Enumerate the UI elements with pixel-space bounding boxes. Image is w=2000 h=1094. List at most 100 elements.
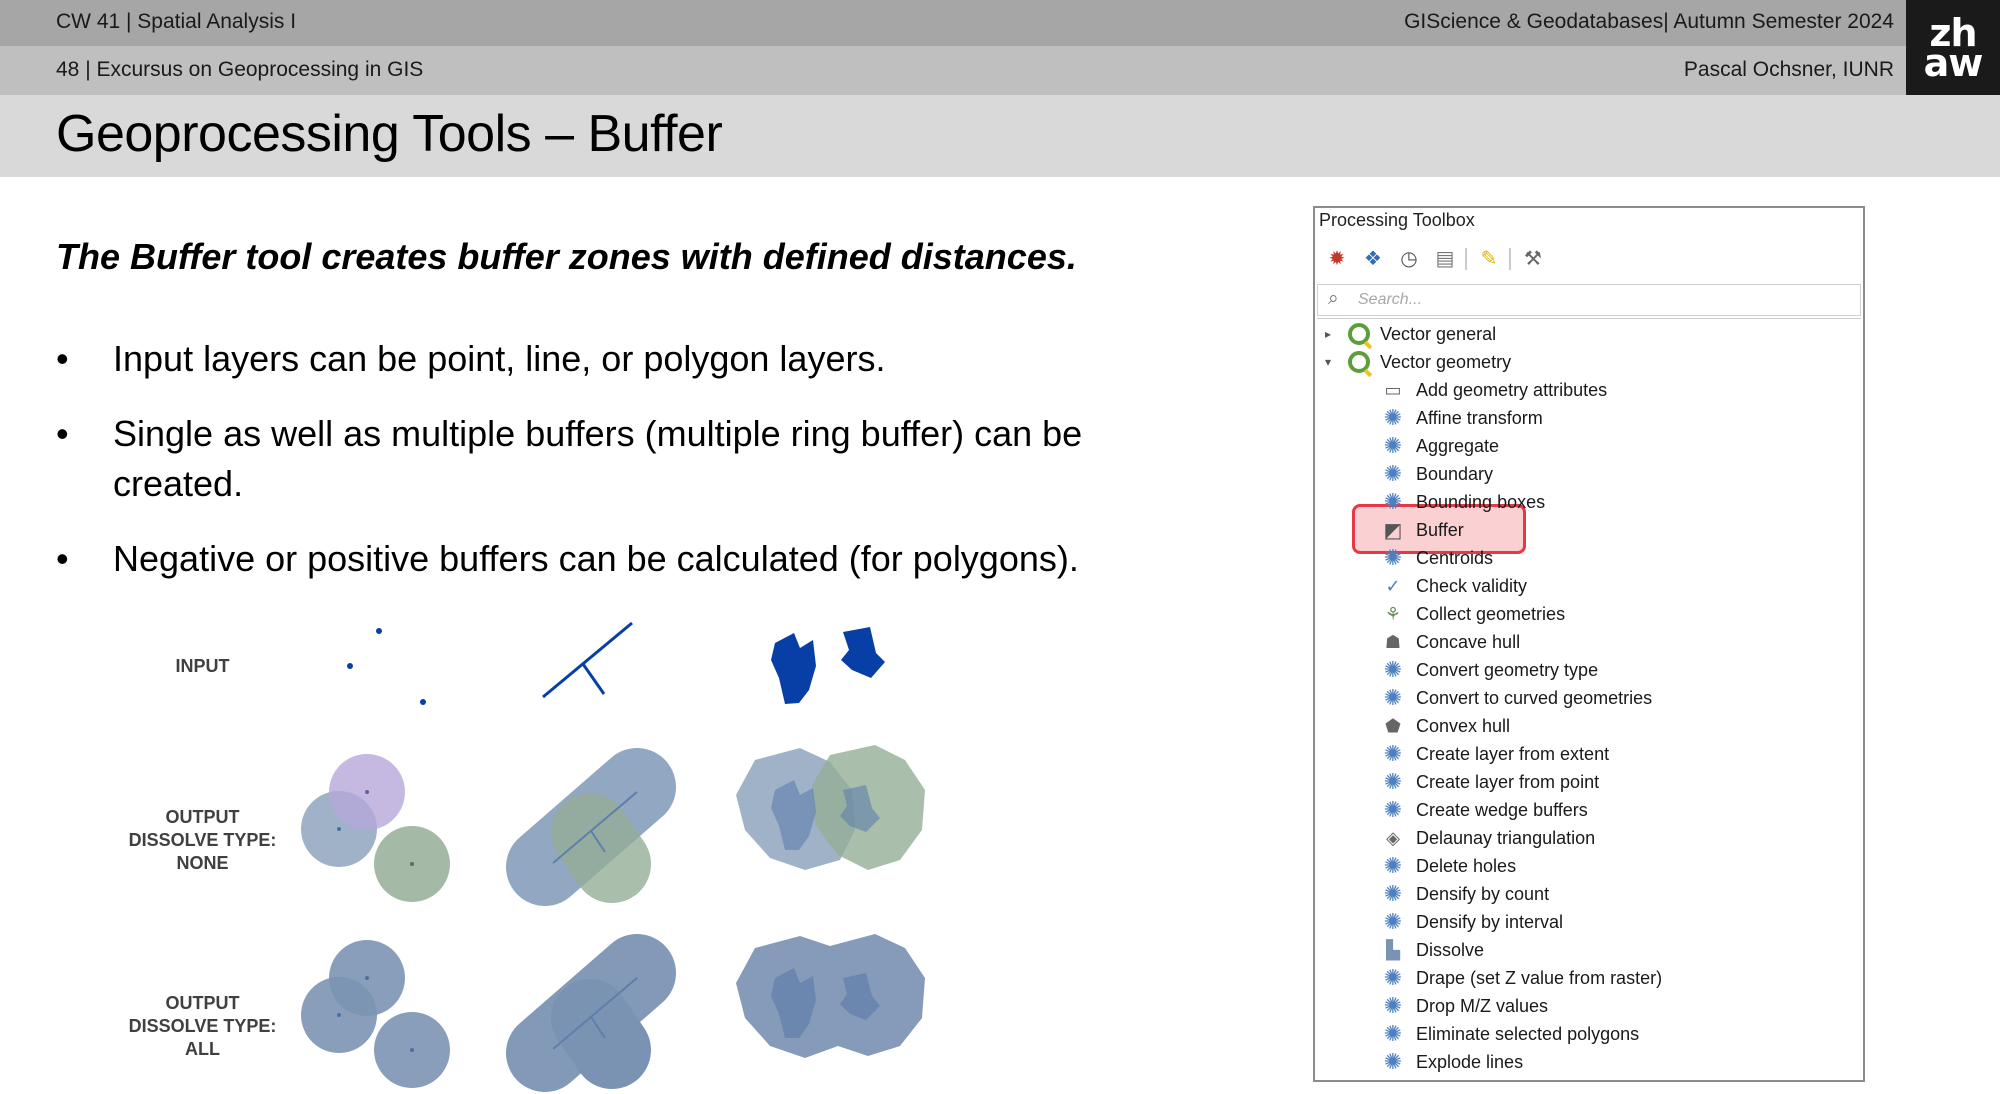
tool-label: Convert geometry type <box>1416 659 1599 680</box>
qgis-icon <box>1348 351 1370 373</box>
group-label: Vector general <box>1380 323 1497 344</box>
gear-icon: ✺ <box>1383 909 1403 934</box>
input-lines <box>542 621 633 699</box>
tool-label: Add geometry attributes <box>1416 379 1608 400</box>
tool-item[interactable]: ✺ Bounding boxes <box>1382 488 1545 516</box>
gear-icon: ✺ <box>1383 741 1403 766</box>
tool-label: Explode lines <box>1416 1051 1524 1072</box>
buffer-icon: ◩ <box>1383 519 1403 542</box>
checkmark-icon: ✓ <box>1385 575 1401 596</box>
buffers-all-lines <box>506 934 676 1092</box>
gear-icon: ✺ <box>1383 853 1403 878</box>
tool-label: Collect geometries <box>1416 603 1566 624</box>
history-icon[interactable]: ◷ <box>1395 246 1423 272</box>
group-vector-geometry[interactable]: ▾ Vector geometry <box>1320 348 1511 376</box>
python-icon[interactable]: ❖ <box>1359 246 1387 272</box>
gear-icon: ✺ <box>1383 433 1403 458</box>
triangulation-icon: ◈ <box>1386 827 1400 848</box>
tool-label: Bounding boxes <box>1416 491 1546 512</box>
tool-label: Densify by interval <box>1416 911 1564 932</box>
tool-label: Convex hull <box>1416 715 1511 736</box>
tool-item[interactable]: ✺ Delete holes <box>1382 852 1516 880</box>
tool-item[interactable]: ⚘ Collect geometries <box>1382 600 1565 628</box>
tool-item[interactable]: ▙ Dissolve <box>1382 936 1484 964</box>
gear-icon: ✺ <box>1383 965 1403 990</box>
tool-item[interactable]: ✺ Explode lines <box>1382 1048 1523 1076</box>
tool-item[interactable]: ◈ Delaunay triangulation <box>1382 824 1595 852</box>
tool-item[interactable]: ✺ Create layer from extent <box>1382 740 1609 768</box>
tool-label: Centroids <box>1416 547 1494 568</box>
search-input[interactable] <box>1358 289 1838 311</box>
tool-label: Create wedge buffers <box>1416 799 1588 820</box>
toolbox-toolbar: ✹ ❖ ◷ ▤ ✎ ⚒ <box>1323 244 1555 274</box>
input-polygons <box>771 627 885 704</box>
edit-in-place-icon[interactable]: ✎ <box>1475 246 1503 272</box>
toolbox-search[interactable]: ⌕ <box>1317 284 1861 316</box>
search-icon: ⌕ <box>1328 288 1339 309</box>
tool-label: Delete holes <box>1416 855 1517 876</box>
tool-label: Convert to curved geometries <box>1416 687 1653 708</box>
tool-item[interactable]: ✺ Eliminate selected polygons <box>1382 1020 1639 1048</box>
tool-label: Buffer <box>1416 519 1464 540</box>
tool-label: Check validity <box>1416 575 1528 596</box>
tool-item[interactable]: ⬟ Convex hull <box>1382 712 1510 740</box>
collect-icon: ⚘ <box>1384 603 1402 624</box>
group-vector-general[interactable]: ▸ Vector general <box>1320 320 1496 348</box>
toolbar-separator <box>1465 248 1467 270</box>
gear-icon: ✺ <box>1383 1021 1403 1046</box>
gear-icon: ✺ <box>1383 769 1403 794</box>
results-icon[interactable]: ▤ <box>1431 246 1459 272</box>
tool-item[interactable]: ✓ Check validity <box>1382 572 1527 600</box>
gear-icon: ✺ <box>1383 489 1403 514</box>
tool-label: Boundary <box>1416 463 1494 484</box>
tool-item[interactable]: ✺ Convert to curved geometries <box>1382 684 1652 712</box>
toolbox-title: Processing Toolbox <box>1319 210 1475 230</box>
tool-label: Densify by count <box>1416 883 1550 904</box>
gear-icon: ✺ <box>1383 405 1403 430</box>
run-model-icon[interactable]: ✹ <box>1323 246 1351 272</box>
tool-label: Create layer from point <box>1416 771 1600 792</box>
gear-icon: ✺ <box>1383 685 1403 710</box>
gear-icon: ✺ <box>1383 881 1403 906</box>
tool-item[interactable]: ✺ Affine transform <box>1382 404 1543 432</box>
chevron-right-icon[interactable]: ▸ <box>1320 327 1336 341</box>
tool-label: Aggregate <box>1416 435 1500 456</box>
gear-icon: ✺ <box>1383 797 1403 822</box>
buffers-all-polygons <box>736 934 925 1058</box>
tool-item[interactable]: ✺ Drape (set Z value from raster) <box>1382 964 1662 992</box>
tool-item[interactable]: ✺ Boundary <box>1382 460 1493 488</box>
tool-label: Dissolve <box>1416 939 1485 960</box>
tool-item[interactable]: ✺ Convert geometry type <box>1382 656 1598 684</box>
tool-item[interactable]: ▭ Add geometry attributes <box>1382 376 1607 404</box>
tool-label: Delaunay triangulation <box>1416 827 1596 848</box>
tool-item-buffer[interactable]: ◩ Buffer <box>1382 516 1464 544</box>
group-label: Vector geometry <box>1380 351 1512 372</box>
tool-item[interactable]: ✺ Drop M/Z values <box>1382 992 1548 1020</box>
tool-label: Drop M/Z values <box>1416 995 1549 1016</box>
tool-item[interactable]: ✺ Centroids <box>1382 544 1493 572</box>
tool-label: Eliminate selected polygons <box>1416 1023 1640 1044</box>
gear-icon: ✺ <box>1383 461 1403 486</box>
tool-label: Concave hull <box>1416 631 1521 652</box>
tool-item[interactable]: ✺ Create wedge buffers <box>1382 796 1588 824</box>
chevron-down-icon[interactable]: ▾ <box>1320 355 1336 369</box>
tool-item[interactable]: ✺ Create layer from point <box>1382 768 1599 796</box>
tool-item[interactable]: ☗ Concave hull <box>1382 628 1520 656</box>
gear-icon: ✺ <box>1383 657 1403 682</box>
buffers-none-lines <box>506 748 676 906</box>
buffers-all-points <box>301 940 450 1088</box>
convex-hull-icon: ⬟ <box>1385 715 1401 736</box>
qgis-icon <box>1348 323 1370 345</box>
input-points <box>347 628 426 705</box>
tool-label: Create layer from extent <box>1416 743 1610 764</box>
tool-item[interactable]: ✺ Aggregate <box>1382 432 1499 460</box>
gear-icon: ✺ <box>1383 1049 1403 1074</box>
options-icon[interactable]: ⚒ <box>1519 246 1547 272</box>
tool-item[interactable]: ✺ Densify by count <box>1382 880 1549 908</box>
tool-item[interactable]: ✺ Densify by interval <box>1382 908 1563 936</box>
toolbar-separator <box>1509 248 1511 270</box>
buffers-none-points <box>301 754 450 902</box>
concave-hull-icon: ☗ <box>1384 631 1402 652</box>
gear-icon: ✺ <box>1383 993 1403 1018</box>
dissolve-icon: ▙ <box>1386 939 1400 960</box>
